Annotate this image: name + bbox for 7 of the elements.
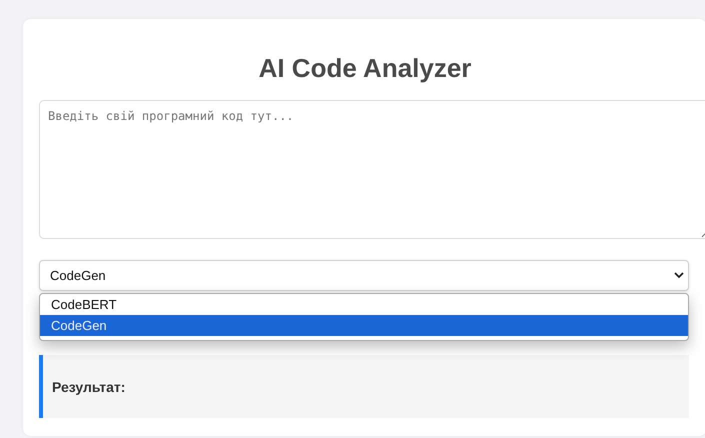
chevron-down-icon — [674, 272, 684, 279]
dropdown-option[interactable]: CodeBERT — [40, 294, 688, 315]
model-select[interactable]: CodeGen — [39, 260, 689, 291]
page-title: AI Code Analyzer — [258, 52, 472, 84]
result-label: Результат: — [52, 378, 126, 394]
dropdown-option[interactable]: CodeGen — [40, 315, 688, 336]
code-input-field[interactable]: Введіть свій програмний код тут... — [39, 100, 705, 239]
